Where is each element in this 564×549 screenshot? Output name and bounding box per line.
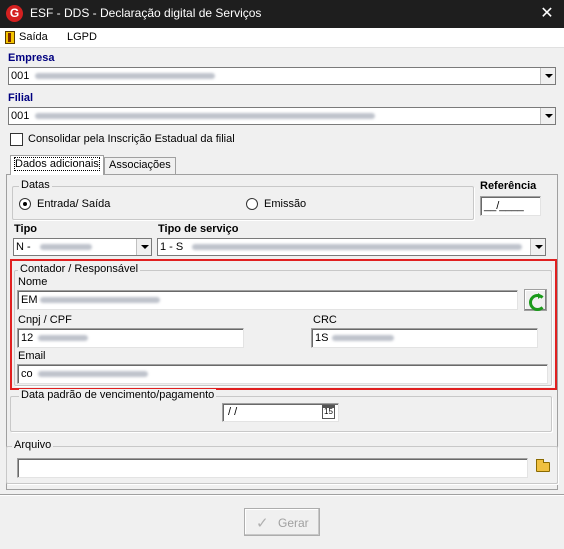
filial-label: Filial — [8, 92, 34, 104]
tipo-name-redacted — [40, 244, 92, 250]
window-title: ESF - DDS - Declaração digital de Serviç… — [30, 6, 262, 20]
radio-emissao-label: Emissão — [264, 198, 307, 210]
nome-input[interactable]: EM — [17, 290, 518, 310]
crc-label: CRC — [313, 314, 337, 326]
title-bar: G ESF - DDS - Declaração digital de Serv… — [0, 0, 564, 28]
crc-input[interactable]: 1S — [311, 328, 538, 348]
nome-label: Nome — [18, 276, 48, 288]
menu-bar: Saída LGPD — [0, 28, 564, 48]
referencia-input[interactable]: __/____ — [480, 196, 541, 216]
close-button[interactable]: ✕ — [530, 0, 564, 28]
cnpj-redacted — [38, 335, 88, 341]
folder-open-icon[interactable] — [536, 459, 550, 472]
nome-value: EM — [21, 294, 38, 306]
chevron-down-icon[interactable] — [136, 239, 151, 255]
tipo-select[interactable]: N - — [13, 238, 152, 256]
menu-item-saida[interactable]: Saída — [19, 31, 48, 43]
email-input[interactable]: co — [17, 364, 548, 384]
tipo-servico-select[interactable]: 1 - S — [157, 238, 546, 256]
consolidar-label: Consolidar pela Inscrição Estadual da fi… — [28, 133, 235, 145]
empresa-select[interactable]: 001 — [8, 67, 556, 85]
cnpj-value: 12 — [21, 332, 34, 344]
email-label: Email — [18, 350, 46, 362]
datas-group-title: Datas — [19, 179, 52, 191]
consolidar-checkbox[interactable] — [10, 133, 23, 146]
gerar-button[interactable]: ✓ Gerar — [244, 508, 320, 536]
arquivo-group-title: Arquivo — [12, 439, 54, 451]
filial-select[interactable]: 001 — [8, 107, 556, 125]
chevron-down-icon[interactable] — [530, 239, 545, 255]
filial-name-redacted — [35, 113, 375, 119]
footer-separator — [0, 494, 564, 496]
chevron-down-icon[interactable] — [540, 68, 555, 84]
crc-redacted — [332, 335, 394, 341]
crc-value: 1S — [315, 332, 329, 344]
email-redacted — [38, 371, 148, 377]
radio-entrada-saida[interactable] — [19, 198, 31, 210]
empresa-label: Empresa — [8, 52, 55, 64]
tipo-servico-value: 1 - S — [160, 241, 184, 253]
tab-label: Dados adicionais — [14, 157, 100, 171]
radio-emissao[interactable] — [246, 198, 258, 210]
referencia-label: Referência — [480, 180, 537, 192]
tipo-value: N - — [16, 241, 31, 253]
tipo-label: Tipo — [14, 223, 38, 235]
vencimento-value: / / — [228, 406, 238, 418]
contador-group-title: Contador / Responsável — [18, 263, 141, 275]
referencia-value: __/____ — [484, 200, 524, 212]
arquivo-input[interactable] — [17, 458, 528, 478]
cnpj-input[interactable]: 12 — [17, 328, 244, 348]
empresa-value: 001 — [11, 70, 30, 82]
tipo-servico-desc-redacted — [192, 244, 522, 250]
filial-value: 001 — [11, 110, 30, 122]
refresh-icon[interactable] — [524, 289, 547, 311]
empresa-name-redacted — [35, 73, 215, 79]
cnpj-label: Cnpj / CPF — [18, 314, 72, 326]
calendar-icon[interactable]: 15 — [322, 405, 335, 419]
vencimento-group-title: Data padrão de vencimento/pagamento — [19, 389, 217, 401]
tab-dados-adicionais[interactable]: Dados adicionais — [10, 155, 104, 175]
tab-associacoes[interactable]: Associações — [104, 157, 176, 174]
check-icon: ✓ — [256, 515, 269, 532]
exit-door-icon — [5, 31, 15, 44]
email-value: co — [21, 368, 33, 380]
radio-entrada-saida-label: Entrada/ Saída — [37, 198, 111, 210]
chevron-down-icon[interactable] — [540, 108, 555, 124]
app-logo-icon: G — [6, 5, 23, 22]
gerar-label: Gerar — [278, 516, 309, 530]
tab-label: Associações — [109, 159, 171, 171]
nome-redacted — [40, 297, 160, 303]
menu-item-lgpd[interactable]: LGPD — [67, 31, 97, 43]
tipo-servico-label: Tipo de serviço — [158, 223, 239, 235]
